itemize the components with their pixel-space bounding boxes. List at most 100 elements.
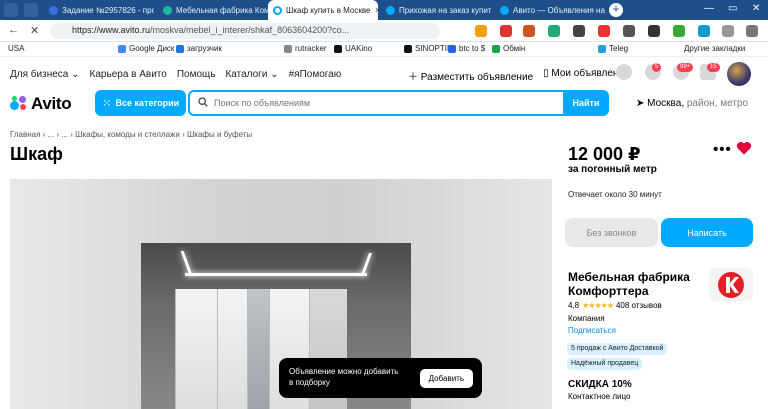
url-host: https://www.avito.ru [72,25,151,35]
tab-title: Задание №2957826 - про [62,5,154,15]
tab-favicon-icon [49,5,58,15]
top-link[interactable]: Для бизнеса ⌄ [10,69,80,80]
bookmark-item[interactable]: USA [8,44,24,53]
post-ad-link[interactable]: ＋ Разместить объявление [408,68,533,83]
bookmark-folder[interactable]: Другие закладки [684,44,745,53]
bookmark-item[interactable]: btc to $ [448,44,485,53]
write-message-button[interactable]: Написать [661,218,753,247]
no-calls-button[interactable]: Без звонков [565,218,658,247]
back-icon[interactable]: ← [8,24,19,36]
browser-tab[interactable]: Мебельная фабрика Комф [158,0,268,20]
url-field[interactable]: https://www.avito.ru/moskva/mebel_i_inte… [50,23,440,39]
price-unit: за погонный метр [568,164,657,175]
close-tab-icon[interactable]: ✕ [375,6,379,15]
address-bar: ← ✕ https://www.avito.ru/moskva/mebel_i_… [0,20,768,42]
extensions-puzzle-icon[interactable] [722,25,734,37]
reliable-seller-chip: Надёжный продавец [567,358,643,370]
maximize-icon[interactable]: ▭ [728,3,737,14]
tab-favicon-icon [500,5,509,15]
subscribe-link[interactable]: Подписаться [568,326,616,335]
extension-icon[interactable] [623,25,635,37]
browser-tab[interactable]: Задание №2957826 - про [44,0,154,20]
bookmark-item[interactable]: загрузчик [176,44,222,53]
extension-icon[interactable] [648,25,660,37]
avatar[interactable] [727,62,751,86]
bookmark-item[interactable]: UAKino [334,44,372,53]
extension-icon[interactable] [523,25,535,37]
header-actions: ＋ Разместить объявление ▯ Мои объявления [408,68,629,83]
browser-tab-active[interactable]: Шкаф купить в Москве ✕ [268,0,378,20]
new-tab-button[interactable]: + [609,3,623,17]
avito-dots-icon [10,96,28,112]
reviews-count: 408 отзывов [615,301,662,310]
tab-title: Прихожая на заказ купит [399,5,491,15]
tab-title: Авито — Объявления на са [513,5,605,15]
top-links: Для бизнеса ⌄ Карьера в Авито Помощь Кат… [10,69,341,80]
extension-icon[interactable] [548,25,560,37]
seller-rating[interactable]: 4,8 ★★★★★ 408 отзывов [568,301,662,310]
breadcrumb[interactable]: Главная › ... › ... › Шкафы, комоды и ст… [10,130,252,139]
messages-badge: 99+ [677,63,694,72]
plus-icon: ＋ [408,72,418,83]
cart-badge: 15 [707,63,720,72]
tab-list-dropdown-icon[interactable] [24,3,38,17]
categories-icon: ⁙ [103,97,111,108]
top-link[interactable]: Каталоги ⌄ [225,69,278,80]
price: 12 000 ₽ [568,144,641,164]
extension-icon[interactable] [475,25,487,37]
contact-person-label: Контактное лицо [568,392,631,401]
seller-name[interactable]: Мебельная фабрика Комфорттера [568,270,698,298]
reply-time: Отвечает около 30 минут [568,190,662,199]
favorite-heart-icon[interactable] [736,141,752,160]
favorites-heart-icon[interactable] [616,64,632,80]
loading-spinner-icon [273,5,282,15]
browser-tab[interactable]: Прихожая на заказ купит [381,0,491,20]
toast-text: Объявление можно добавить в подборку [289,367,399,387]
stop-icon[interactable]: ✕ [30,24,39,37]
page-title: Шкаф [10,144,63,164]
delivery-sales-chip: 5 продаж с Авито Доставкой [567,343,668,355]
bookmark-item[interactable]: Обмін [492,44,525,53]
browser-tab[interactable]: Авито — Объявления на са [495,0,605,20]
more-options-icon[interactable]: ••• [713,141,732,158]
top-link[interactable]: Карьера в Авито [90,69,167,80]
extension-icon[interactable] [500,25,512,37]
extension-icon[interactable] [598,25,610,37]
tab-favicon-icon [163,5,172,15]
location-selector[interactable]: ➤ Москва, район, метро [636,98,748,109]
tab-favicon-icon [386,5,395,15]
add-to-collection-toast: Объявление можно добавить в подборку Доб… [279,358,482,398]
menu-icon[interactable] [746,25,758,37]
location-arrow-icon: ➤ [636,98,645,109]
add-to-collection-button[interactable]: Добавить [419,369,473,388]
bookmark-item[interactable]: rutracker [284,44,327,53]
avito-logo[interactable]: Avito [10,94,72,114]
top-link[interactable]: Помощь [177,69,216,80]
top-link[interactable]: #яПомогаю [289,69,342,80]
minimize-icon[interactable]: — [704,3,714,14]
url-path: /moskva/mebel_i_interer/shkaf_8063604200… [150,25,350,35]
browser-tab-strip: Задание №2957826 - про Мебельная фабрика… [0,0,768,20]
search-input[interactable]: Поиск по объявлениям [188,90,565,116]
tab-title: Шкаф купить в Москве [286,5,371,15]
bookmark-item[interactable]: Teleg [598,44,628,53]
seller-type: Компания [568,314,605,323]
bookmark-item[interactable]: SINOPTIK [404,44,452,53]
close-window-icon[interactable]: ✕ [752,3,760,14]
seller-k-logo-icon [718,271,744,298]
search-button[interactable]: Найти [563,90,609,116]
logo-text: Avito [31,94,72,113]
bookmarks-bar: USA Google Диск загрузчик rutracker UAKi… [0,42,768,57]
download-icon[interactable] [673,25,685,37]
bookmark-item[interactable]: Google Диск [118,44,174,53]
seller-logo[interactable] [709,268,753,301]
search-placeholder: Поиск по объявлениям [214,98,311,108]
sidebar-toggle-icon[interactable] [4,3,18,17]
tab-title: Мебельная фабрика Комф [176,5,268,15]
all-categories-button[interactable]: ⁙ Все категории [95,90,186,116]
document-icon: ▯ [543,68,549,79]
extension-icon[interactable] [698,25,710,37]
discount-label: СКИДКА 10% [568,379,632,390]
rating-stars-icon: ★★★★★ [582,301,614,310]
extension-icon[interactable] [573,25,585,37]
